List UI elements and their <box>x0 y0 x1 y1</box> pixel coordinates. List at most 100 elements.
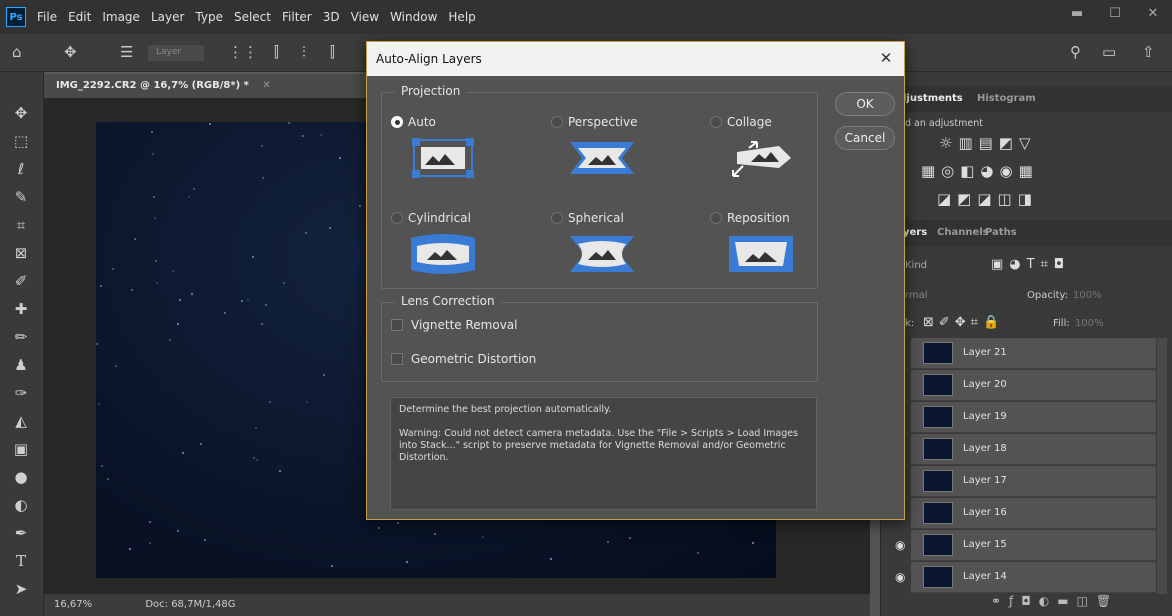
radio-cylindrical[interactable]: Cylindrical <box>391 211 471 225</box>
brush-tool-icon[interactable]: ✏ <box>10 326 32 348</box>
eraser-tool-icon[interactable]: ◭ <box>10 410 32 432</box>
history-brush-tool-icon[interactable]: ✑ <box>10 382 32 404</box>
tab-layers[interactable]: yers <box>903 227 927 238</box>
menu-filter[interactable]: Filter <box>282 10 312 24</box>
move-tool-icon[interactable]: ✥ <box>10 102 32 124</box>
dodge-tool-icon[interactable]: ◐ <box>10 494 32 516</box>
home-icon[interactable]: ⌂ <box>12 43 22 61</box>
clone-stamp-tool-icon[interactable]: ♟ <box>10 354 32 376</box>
layer-row[interactable]: Layer 19 <box>911 402 1156 433</box>
layer-row[interactable]: Layer 16 <box>911 498 1156 529</box>
layer-row[interactable]: Layer 17 <box>911 466 1156 497</box>
menu-edit[interactable]: Edit <box>68 10 91 24</box>
layer-row[interactable]: Layer 15 <box>911 530 1156 561</box>
vignette-removal-checkbox[interactable]: Vignette Removal <box>391 318 518 332</box>
align-right-icon[interactable]: ⫿ <box>330 43 335 61</box>
radio-reposition[interactable]: Reposition <box>710 211 790 225</box>
star-dot <box>269 401 271 403</box>
auto-select-icon[interactable]: ☰ <box>120 43 133 61</box>
eyedropper-tool-icon[interactable]: ✐ <box>10 270 32 292</box>
adjustment-icons-row3[interactable]: ◪◩◪◫◨ <box>937 190 1038 208</box>
star-dot <box>331 565 333 567</box>
cylindrical-projection-icon[interactable] <box>411 234 475 274</box>
menu-select[interactable]: Select <box>234 10 271 24</box>
dialog-title-text: Auto-Align Layers <box>376 52 482 66</box>
star-dot <box>697 552 699 554</box>
radio-perspective[interactable]: Perspective <box>551 115 638 129</box>
adjustment-icons-row2[interactable]: ▦◎◧◕◉▦ <box>921 162 1039 180</box>
close-icon[interactable]: ✕ <box>876 49 896 67</box>
move-tool-icon[interactable]: ✥ <box>64 43 77 61</box>
lasso-tool-icon[interactable]: ℓ <box>10 158 32 180</box>
reposition-projection-icon[interactable] <box>729 234 793 274</box>
spherical-projection-icon[interactable] <box>570 234 634 274</box>
radio-auto[interactable]: Auto <box>391 115 436 129</box>
auto-projection-icon[interactable] <box>411 138 475 178</box>
layer-row[interactable]: Layer 14 <box>911 562 1156 593</box>
eye-visibility-icon[interactable]: ◉ <box>895 538 905 552</box>
tab-adjustments[interactable]: ljustments <box>903 93 963 104</box>
cancel-button[interactable]: Cancel <box>835 126 895 150</box>
menu-file[interactable]: File <box>37 10 57 24</box>
share-icon[interactable]: ⇧ <box>1142 43 1155 61</box>
star-dot <box>339 157 341 159</box>
workspace-icon[interactable]: ▭ <box>1102 43 1116 61</box>
quick-select-tool-icon[interactable]: ✎ <box>10 186 32 208</box>
minimize-icon[interactable]: ▬ <box>1058 0 1096 26</box>
eye-visibility-icon[interactable]: ◉ <box>895 570 905 584</box>
layer-thumbnail <box>923 406 953 428</box>
lock-icons[interactable]: ⊠✐✥⌗🔒 <box>923 315 1004 330</box>
layer-footer-icons[interactable]: ⚭ƒ◘◐▬◫🗑 <box>991 594 1119 608</box>
blend-mode-dropdown[interactable]: rmal <box>905 290 928 301</box>
menu-image[interactable]: Image <box>102 10 140 24</box>
adjustment-icons-row1[interactable]: ☼▥▤◩▽ <box>939 134 1037 152</box>
layer-select-dropdown[interactable]: Layer <box>148 45 204 61</box>
layer-row[interactable]: Layer 20 <box>911 370 1156 401</box>
healing-brush-tool-icon[interactable]: ✚ <box>10 298 32 320</box>
ok-button[interactable]: OK <box>835 92 895 116</box>
search-icon[interactable]: ⚲ <box>1070 43 1081 61</box>
close-window-icon[interactable]: ✕ <box>1134 0 1172 26</box>
transform-controls-icon[interactable]: ⋮⋮ <box>228 43 258 61</box>
zoom-level[interactable]: 16,67% <box>54 599 92 610</box>
layer-filter-kind[interactable]: Kind <box>905 260 927 271</box>
layer-name: Layer 18 <box>963 443 1007 454</box>
radio-spherical[interactable]: Spherical <box>551 211 624 225</box>
menu-help[interactable]: Help <box>448 10 475 24</box>
align-center-icon[interactable]: ⫶ <box>302 43 306 61</box>
opacity-value[interactable]: 100% <box>1073 290 1102 301</box>
menu-layer[interactable]: Layer <box>151 10 184 24</box>
layer-row[interactable]: Layer 18 <box>911 434 1156 465</box>
pen-tool-icon[interactable]: ✒ <box>10 522 32 544</box>
layer-filter-icons[interactable]: ▣◕T⌗◘ <box>991 257 1070 272</box>
align-left-icon[interactable]: ⫿ <box>274 43 279 61</box>
star-dot <box>256 459 258 461</box>
fill-label: Fill: <box>1053 318 1070 329</box>
menu-type[interactable]: Type <box>195 10 223 24</box>
path-select-tool-icon[interactable]: ➤ <box>10 578 32 600</box>
document-tab[interactable]: IMG_2292.CR2 @ 16,7% (RGB/8*) * ✕ <box>44 72 364 98</box>
menu-window[interactable]: Window <box>390 10 437 24</box>
marquee-tool-icon[interactable]: ⬚ <box>10 130 32 152</box>
menu-3d[interactable]: 3D <box>323 10 340 24</box>
frame-tool-icon[interactable]: ⊠ <box>10 242 32 264</box>
layer-row[interactable]: Layer 21 <box>911 338 1156 369</box>
geometric-distortion-checkbox[interactable]: Geometric Distortion <box>391 352 536 366</box>
perspective-projection-icon[interactable] <box>570 138 634 178</box>
tab-channels[interactable]: Channels <box>937 227 989 238</box>
doc-size[interactable]: Doc: 68,7M/1,48G <box>145 599 235 610</box>
close-tab-icon[interactable]: ✕ <box>262 80 270 91</box>
maximize-icon[interactable]: ☐ <box>1096 0 1134 26</box>
gradient-tool-icon[interactable]: ▣ <box>10 438 32 460</box>
type-tool-icon[interactable]: T <box>10 550 32 572</box>
fill-value[interactable]: 100% <box>1075 318 1104 329</box>
radio-collage[interactable]: Collage <box>710 115 772 129</box>
tab-paths[interactable]: Paths <box>985 227 1017 238</box>
layers-scrollbar[interactable] <box>1157 338 1167 594</box>
collage-projection-icon[interactable] <box>729 138 793 178</box>
adjustment-hint: d an adjustment <box>905 118 983 129</box>
tab-histogram[interactable]: Histogram <box>977 93 1036 104</box>
blur-tool-icon[interactable]: ● <box>10 466 32 488</box>
crop-tool-icon[interactable]: ⌗ <box>10 214 32 236</box>
menu-view[interactable]: View <box>351 10 379 24</box>
